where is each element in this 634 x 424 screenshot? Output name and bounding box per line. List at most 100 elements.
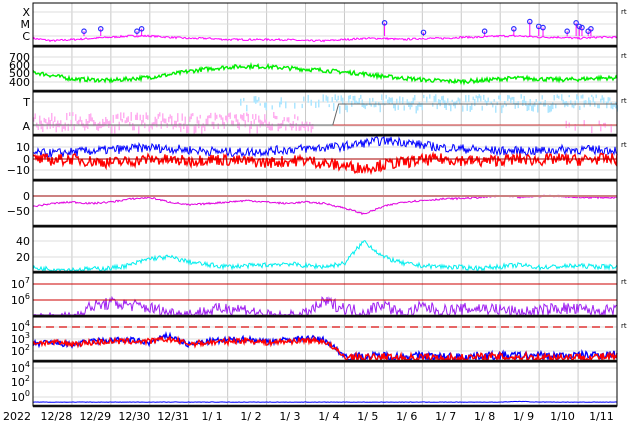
sector-away-mark	[198, 120, 200, 129]
sector-toward-mark	[588, 97, 590, 105]
sector-away-mark	[264, 114, 266, 123]
sector-toward-mark	[381, 94, 383, 101]
sector-toward-mark	[562, 99, 564, 104]
sector-toward-mark	[259, 103, 261, 106]
sector-toward-mark	[477, 96, 479, 103]
y-tick-label: −50	[7, 205, 30, 218]
sector-toward-mark	[597, 103, 599, 109]
sector-toward-mark	[390, 97, 392, 103]
sector-toward-mark	[517, 101, 519, 109]
x-tick-label: 1/ 3	[279, 410, 300, 423]
sector-toward-mark	[508, 95, 510, 99]
sector-away-mark	[228, 113, 230, 117]
sector-away-mark	[235, 114, 237, 122]
sector-away-mark	[54, 116, 56, 122]
sector-toward-mark	[318, 99, 320, 108]
sector-toward-mark	[607, 97, 609, 103]
sector-toward-mark	[496, 101, 498, 106]
tick-exponent: 2	[25, 374, 30, 383]
sector-toward-mark	[417, 103, 419, 111]
sector-away-mark	[211, 121, 213, 127]
x-tick-label: 1/ 4	[318, 410, 339, 423]
sector-toward-mark	[561, 94, 563, 101]
sector-away-mark	[280, 123, 282, 129]
sector-away-mark	[259, 119, 261, 128]
sector-toward-mark	[472, 96, 474, 101]
sector-away-mark	[78, 119, 80, 125]
sector-toward-mark	[397, 105, 399, 110]
sector-away-mark	[241, 114, 243, 121]
sector-away-mark	[162, 113, 164, 122]
sector-away-mark	[292, 121, 294, 128]
sector-away-mark	[108, 121, 110, 128]
y-tick-label: 106	[11, 292, 30, 307]
y-tick-label: T	[22, 96, 30, 109]
x-tick-label: 1/ 6	[396, 410, 417, 423]
sector-away-mark	[262, 121, 264, 127]
sector-away-mark	[265, 119, 267, 127]
sector-toward-mark	[399, 96, 401, 104]
sector-away-mark	[118, 121, 120, 131]
x-tick-label: 1/ 1	[201, 410, 222, 423]
sector-away-mark	[201, 125, 203, 135]
sector-away-mark	[252, 114, 254, 119]
sector-toward-mark	[592, 96, 594, 103]
sector-away-mark	[157, 113, 159, 119]
sector-away-mark	[48, 117, 50, 126]
sector-away-mark	[306, 121, 308, 127]
sector-away-mark	[304, 122, 306, 131]
sector-toward-mark	[513, 96, 515, 105]
sector-toward-mark	[361, 99, 363, 107]
sector-toward-mark	[553, 95, 555, 101]
sector-away-mark	[234, 114, 236, 119]
sector-away-mark	[45, 118, 47, 124]
x-tick-label: 12/28	[41, 410, 73, 423]
sector-away-mark	[171, 115, 173, 125]
sector-toward-mark	[549, 105, 551, 113]
sector-away-mark	[295, 123, 297, 131]
sector-toward-mark	[258, 97, 260, 102]
sector-toward-mark	[352, 95, 354, 101]
sector-toward-mark	[436, 104, 438, 110]
sector-toward-mark	[412, 97, 414, 104]
sector-toward-mark	[346, 105, 348, 113]
sector-away-mark	[145, 112, 147, 119]
sector-away-mark	[243, 113, 245, 122]
sector-toward-mark	[525, 100, 527, 106]
sector-away-mark	[102, 118, 104, 128]
sector-away-mark	[39, 115, 41, 124]
sector-toward-mark	[565, 101, 567, 106]
sector-toward-mark	[372, 97, 374, 102]
sector-toward-mark	[360, 94, 362, 99]
sector-away-mark	[199, 114, 201, 119]
sector-away-mark	[121, 118, 123, 123]
sector-away-mark	[154, 116, 156, 125]
sector-toward-mark	[555, 103, 557, 109]
sector-toward-mark	[502, 104, 504, 108]
sector-toward-mark	[501, 105, 503, 114]
sector-away-mark	[90, 113, 92, 122]
realtime-label: rt	[621, 141, 627, 149]
sector-toward-mark	[526, 104, 528, 112]
sector-toward-mark	[475, 95, 477, 99]
sector-away-mark	[565, 120, 567, 129]
sector-away-mark	[256, 124, 258, 134]
sector-toward-mark	[391, 97, 393, 105]
sector-toward-mark	[328, 104, 330, 108]
tick-exponent: 7	[25, 276, 30, 285]
sector-toward-mark	[447, 98, 449, 103]
sector-away-mark	[114, 125, 116, 134]
sector-away-mark	[181, 113, 183, 121]
sector-toward-mark	[487, 97, 489, 103]
sector-away-mark	[283, 117, 285, 122]
sector-toward-mark	[441, 96, 443, 101]
sector-away-mark	[156, 118, 158, 128]
sector-away-mark	[133, 124, 135, 131]
sector-toward-mark	[610, 102, 612, 109]
panel-imf_bz	[32, 135, 618, 176]
sector-away-mark	[307, 124, 309, 132]
sector-away-mark	[117, 113, 119, 119]
sector-toward-mark	[532, 103, 534, 112]
y-tick-label: 102	[11, 374, 30, 389]
y-tick-label: 0	[23, 190, 30, 203]
